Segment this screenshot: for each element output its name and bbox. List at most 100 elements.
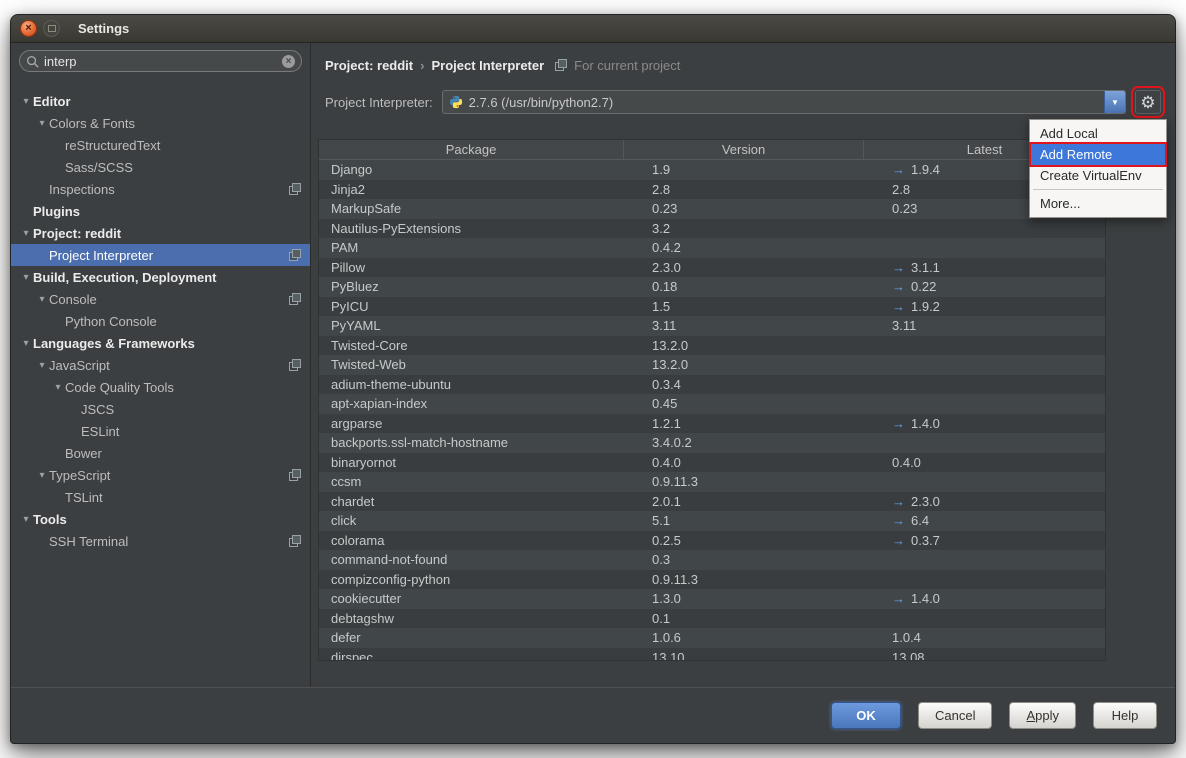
package-table: PackageVersionLatest Django1.9→1.9.4Jinj… (318, 139, 1106, 661)
tree-item-code-quality-tools[interactable]: ▾Code Quality Tools (11, 376, 310, 398)
table-row[interactable]: Nautilus-PyExtensions3.2 (319, 219, 1105, 239)
help-button[interactable]: Help (1093, 702, 1157, 729)
package-name-cell: Django (319, 160, 624, 180)
tree-item-colors-fonts[interactable]: ▾Colors & Fonts (11, 112, 310, 134)
package-latest-value: 0.23 (892, 199, 917, 219)
table-row[interactable]: PyICU1.5→1.9.2 (319, 297, 1105, 317)
tree-item-eslint[interactable]: ESLint (11, 420, 310, 442)
table-row[interactable]: PAM0.4.2 (319, 238, 1105, 258)
table-row[interactable]: cookiecutter1.3.0→1.4.0 (319, 589, 1105, 609)
tree-item-inspections[interactable]: Inspections (11, 178, 310, 200)
expand-arrow-icon[interactable]: ▾ (19, 514, 33, 525)
table-row[interactable]: argparse1.2.1→1.4.0 (319, 414, 1105, 434)
table-row[interactable]: PyYAML3.113.11 (319, 316, 1105, 336)
cancel-button[interactable]: Cancel (918, 702, 992, 729)
breadcrumb: Project: reddit › Project Interpreter Fo… (325, 56, 680, 74)
column-header-version[interactable]: Version (624, 140, 864, 159)
expand-arrow-icon[interactable]: ▾ (19, 338, 33, 349)
tree-item-languages-frameworks[interactable]: ▾Languages & Frameworks (11, 332, 310, 354)
tree-item-restructuredtext[interactable]: reStructuredText (11, 134, 310, 156)
search-input[interactable] (44, 54, 277, 69)
table-row[interactable]: PyBluez0.18→0.22 (319, 277, 1105, 297)
package-latest-value: 3.11 (892, 316, 916, 336)
upgrade-arrow-icon: → (892, 589, 905, 609)
tree-item-console[interactable]: ▾Console (11, 288, 310, 310)
tree-item-label: TypeScript (49, 468, 110, 483)
package-version-cell: 1.3.0 (624, 589, 864, 609)
tree-item-tslint[interactable]: TSLint (11, 486, 310, 508)
table-row[interactable]: defer1.0.61.0.4 (319, 628, 1105, 648)
table-row[interactable]: dirspec13.1013.08 (319, 648, 1105, 662)
package-table-header[interactable]: PackageVersionLatest (319, 140, 1105, 160)
upgrade-arrow-icon: → (892, 511, 905, 531)
titlebar[interactable]: × Settings (11, 15, 1175, 43)
table-row[interactable]: command-not-found0.3 (319, 550, 1105, 570)
tree-item-editor[interactable]: ▾Editor (11, 90, 310, 112)
table-row[interactable]: MarkupSafe0.230.23 (319, 199, 1105, 219)
tree-item-plugins[interactable]: Plugins (11, 200, 310, 222)
gear-button[interactable]: ⚙ (1135, 90, 1161, 114)
tree-item-project-interpreter[interactable]: Project Interpreter (11, 244, 310, 266)
table-row[interactable]: backports.ssl-match-hostname3.4.0.2 (319, 433, 1105, 453)
table-row[interactable]: Jinja22.82.8 (319, 180, 1105, 200)
table-row[interactable]: apt-xapian-index0.45 (319, 394, 1105, 414)
table-row[interactable]: Pillow2.3.0→3.1.1 (319, 258, 1105, 278)
breadcrumb-project[interactable]: Project: reddit (325, 58, 413, 73)
tree-item-label: ESLint (81, 424, 119, 439)
table-row[interactable]: colorama0.2.5→0.3.7 (319, 531, 1105, 551)
package-latest-cell: →1.9.2 (864, 297, 1105, 317)
tree-item-typescript[interactable]: ▾TypeScript (11, 464, 310, 486)
menu-item-add-local[interactable]: Add Local (1031, 123, 1165, 144)
python-icon (449, 95, 463, 109)
tree-item-tools[interactable]: ▾Tools (11, 508, 310, 530)
table-row[interactable]: Django1.9→1.9.4 (319, 160, 1105, 180)
table-row[interactable]: binaryornot0.4.00.4.0 (319, 453, 1105, 473)
table-row[interactable]: click5.1→6.4 (319, 511, 1105, 531)
expand-arrow-icon[interactable]: ▾ (19, 96, 33, 107)
combo-dropdown-button[interactable]: ▼ (1104, 91, 1125, 113)
scope-icon (289, 469, 301, 481)
maximize-icon[interactable] (43, 20, 60, 37)
expand-arrow-icon[interactable]: ▾ (35, 470, 49, 481)
expand-arrow-icon[interactable]: ▾ (51, 382, 65, 393)
menu-item-create-virtualenv[interactable]: Create VirtualEnv (1031, 165, 1165, 186)
tree-item-label: Sass/SCSS (65, 160, 133, 175)
expand-arrow-icon[interactable]: ▾ (35, 294, 49, 305)
package-name-cell: defer (319, 628, 624, 648)
table-row[interactable]: Twisted-Web13.2.0 (319, 355, 1105, 375)
table-row[interactable]: chardet2.0.1→2.3.0 (319, 492, 1105, 512)
menu-item-add-remote[interactable]: Add Remote (1031, 144, 1165, 165)
settings-tree: ▾Editor▾Colors & FontsreStructuredText Sa… (11, 81, 310, 687)
tree-item-build-execution-deployment[interactable]: ▾Build, Execution, Deployment (11, 266, 310, 288)
settings-search-box[interactable]: × (19, 50, 302, 72)
package-version-cell: 0.9.11.3 (624, 570, 864, 590)
menu-item-more[interactable]: More... (1031, 193, 1165, 214)
table-row[interactable]: compizconfig-python0.9.11.3 (319, 570, 1105, 590)
clear-search-icon[interactable]: × (282, 55, 295, 68)
package-version-cell: 0.4.2 (624, 238, 864, 258)
package-version-cell: 0.1 (624, 609, 864, 629)
expand-arrow-icon[interactable]: ▾ (19, 272, 33, 283)
column-header-package[interactable]: Package (319, 140, 624, 159)
table-row[interactable]: debtagshw0.1 (319, 609, 1105, 629)
upgrade-arrow-icon: → (892, 277, 905, 297)
tree-item-ssh-terminal[interactable]: SSH Terminal (11, 530, 310, 552)
ok-button[interactable]: OK (831, 702, 901, 729)
table-row[interactable]: adium-theme-ubuntu0.3.4 (319, 375, 1105, 395)
close-icon[interactable]: × (20, 20, 37, 37)
expand-arrow-icon[interactable]: ▾ (35, 118, 49, 129)
tree-item-sass-scss[interactable]: Sass/SCSS (11, 156, 310, 178)
tree-item-jscs[interactable]: JSCS (11, 398, 310, 420)
expand-arrow-icon[interactable]: ▾ (19, 228, 33, 239)
tree-item-python-console[interactable]: Python Console (11, 310, 310, 332)
settings-sidebar: × ▾Editor▾Colors & FontsreStructuredText… (11, 43, 311, 687)
table-row[interactable]: ccsm0.9.11.3 (319, 472, 1105, 492)
tree-item-bower[interactable]: Bower (11, 442, 310, 464)
tree-item-javascript[interactable]: ▾JavaScript (11, 354, 310, 376)
interpreter-combobox[interactable]: 2.7.6 (/usr/bin/python2.7) ▼ (442, 90, 1126, 114)
window-title: Settings (78, 21, 129, 36)
tree-item-project-reddit[interactable]: ▾Project: reddit (11, 222, 310, 244)
table-row[interactable]: Twisted-Core13.2.0 (319, 336, 1105, 356)
apply-button[interactable]: Apply (1009, 702, 1076, 729)
expand-arrow-icon[interactable]: ▾ (35, 360, 49, 371)
